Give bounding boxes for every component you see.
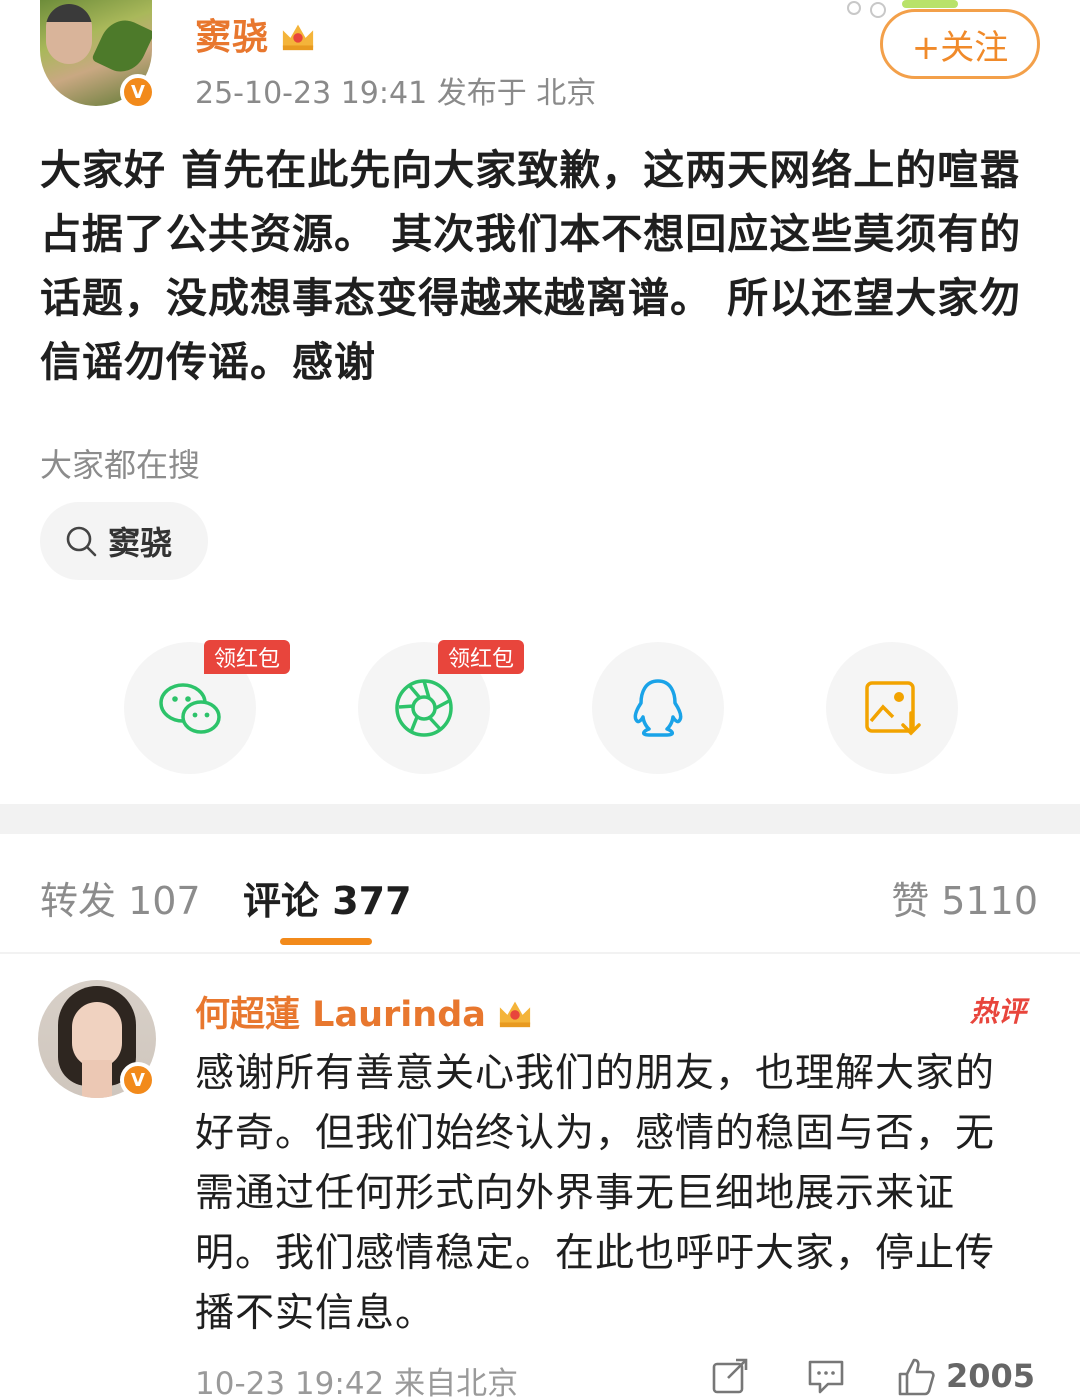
trending-label: 大家都在搜 [40,446,201,484]
share-qq-button[interactable] [592,642,724,774]
save-image-icon [865,681,921,736]
comment-author[interactable]: 何超蓮 Laurinda [195,986,534,1037]
tab-comments[interactable]: 评论 377 [243,870,412,925]
post-author[interactable]: 窦骁 [195,8,317,60]
section-divider [0,804,1080,834]
thumbs-up-icon [898,1358,935,1395]
save-image-button[interactable] [826,642,958,774]
crown-icon [499,1001,530,1028]
tab-likes[interactable]: 赞 5110 [891,870,1038,925]
verified-badge-icon: V [120,1062,156,1098]
redpack-badge: 领红包 [438,640,525,674]
avatar-face [46,4,92,64]
search-icon [66,526,97,557]
trending-search-chip[interactable]: 窦骁 [40,502,208,580]
avatar-face [72,1002,122,1068]
post-text: 大家好 首先在此先向大家致歉，这两天网络上的喧嚣占据了公共资源。 其次我们本不想… [40,146,1022,386]
comment-meta: 10-23 19:42 来自北京 [195,1366,519,1397]
tab-divider [0,952,1080,954]
trending-search-text: 窦骁 [108,524,173,562]
post-meta: 25-10-23 19:41 发布于 北京 [195,76,597,111]
comment-like-button[interactable]: 2005 [896,1354,1035,1397]
follow-button[interactable]: +关注 [880,9,1040,79]
redpack-badge: 领红包 [204,640,291,674]
qq-icon [633,679,683,737]
post-author-name[interactable]: 窦骁 [195,17,269,58]
comment-text: 感谢所有善意关心我们的朋友，也理解大家的好奇。但我们始终认为，感情的稳固与否，无… [195,1051,996,1336]
avatar-neck [82,1060,112,1098]
share-out-icon [712,1358,748,1393]
moments-icon [395,679,453,737]
comment-author-name[interactable]: 何超蓮 Laurinda [195,995,486,1035]
comment-icon [808,1360,844,1393]
tab-repost[interactable]: 转发 107 [40,870,201,925]
verified-badge-icon: V [120,74,156,110]
active-tab-indicator [280,938,372,945]
comment-reply-button[interactable] [806,1354,846,1397]
like-count: 2005 [946,1356,1036,1395]
crown-icon [282,24,314,51]
wechat-icon [159,683,221,734]
comment-share-button[interactable] [710,1354,750,1397]
hot-comment-badge: 热评 [970,995,1027,1028]
avatar-leaf [91,12,152,80]
